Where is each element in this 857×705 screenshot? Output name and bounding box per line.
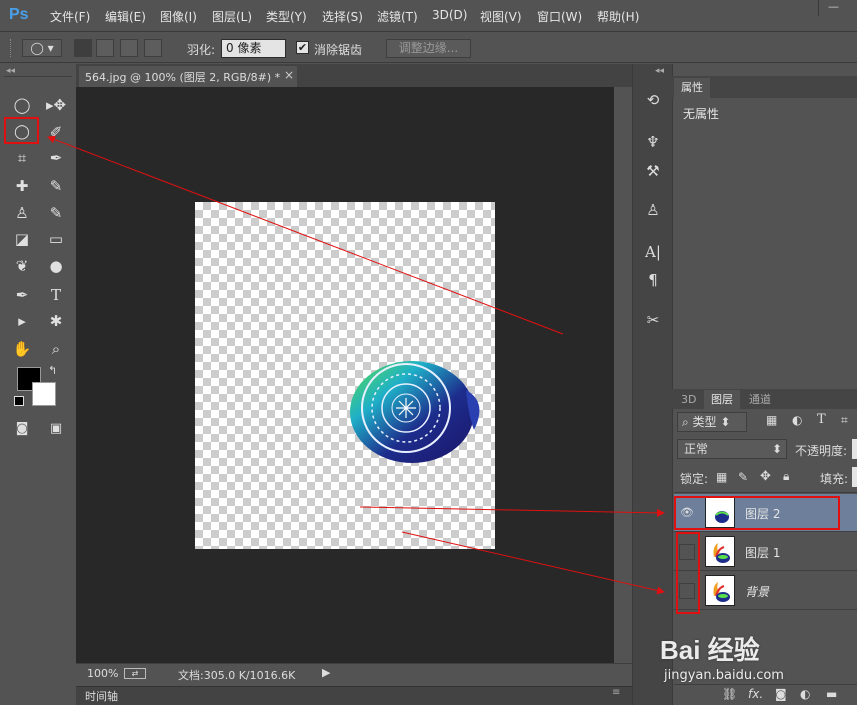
arrow-to-lasso (47, 135, 564, 335)
watermark-logo: Bai 经验 (660, 635, 760, 665)
annotation-arrows (47, 135, 665, 595)
arrow-to-visibility (401, 531, 665, 595)
arrow-to-layer2 (359, 506, 665, 517)
watermark-url: jingyan.baidu.com (664, 668, 784, 683)
